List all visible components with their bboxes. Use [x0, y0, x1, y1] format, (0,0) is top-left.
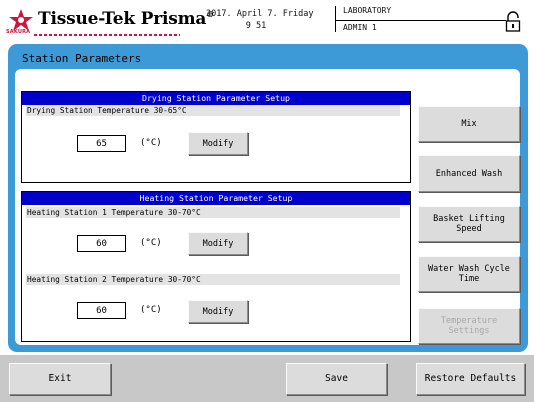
basket-lifting-line-1: Basket Lifting [433, 214, 505, 224]
heating-station-2-value[interactable]: 60 [77, 302, 126, 319]
page-title: Station Parameters [22, 52, 142, 65]
basket-lifting-speed-button[interactable]: Basket Lifting Speed [418, 206, 520, 242]
brand-logo: Tissue-Tek Prisma® SAKURA [6, 7, 214, 37]
header-divider-line [336, 20, 506, 21]
header-separator [335, 6, 336, 32]
water-wash-line-1: Water Wash Cycle [428, 264, 510, 274]
restore-defaults-button[interactable]: Restore Defaults [416, 363, 525, 395]
lock-icon[interactable] [505, 11, 521, 33]
header-bar: Tissue-Tek Prisma® SAKURA 2017. April 7.… [0, 0, 534, 42]
water-wash-cycle-time-button[interactable]: Water Wash Cycle Time [418, 256, 520, 292]
temperature-settings-line-2: Settings [448, 326, 490, 336]
time-text: 9 51 [245, 21, 267, 31]
basket-lifting-line-2: Speed [456, 224, 482, 234]
temperature-settings-button[interactable]: Temperature Settings [418, 308, 520, 344]
heating-station-1-unit: (°C) [140, 238, 162, 248]
date-time: 2017. April 7. Friday 9 51 [206, 8, 314, 32]
heating-section-title: Heating Station Parameter Setup [22, 192, 410, 205]
heating-station-2-unit: (°C) [140, 305, 162, 315]
laboratory-name: LABORATORY [343, 6, 392, 15]
drying-temperature-value[interactable]: 65 [77, 135, 126, 152]
date-text: 2017. April 7. Friday [206, 9, 314, 19]
temperature-settings-line-1: Temperature [440, 316, 498, 326]
exit-button[interactable]: Exit [9, 363, 111, 395]
water-wash-line-2: Time [458, 274, 480, 284]
heating-station-2-modify-button[interactable]: Modify [188, 300, 248, 323]
drying-section-title: Drying Station Parameter Setup [22, 92, 410, 105]
drying-temperature-unit: (°C) [140, 138, 162, 148]
enhanced-wash-button[interactable]: Enhanced Wash [418, 155, 520, 192]
save-button[interactable]: Save [286, 363, 387, 395]
current-user: ADMIN 1 [343, 23, 377, 32]
heating-station-1-modify-button[interactable]: Modify [188, 232, 248, 255]
heating-station-1-value[interactable]: 60 [77, 235, 126, 252]
brand-sub: SAKURA [6, 29, 31, 35]
heating-station-2-label: Heating Station 2 Temperature 30-70°C [26, 274, 400, 285]
brand-underline [34, 34, 180, 36]
drying-station-section: Drying Station Parameter Setup Drying St… [21, 91, 411, 183]
drying-modify-button[interactable]: Modify [188, 132, 248, 155]
mix-button[interactable]: Mix [418, 106, 520, 142]
drying-temperature-label: Drying Station Temperature 30-65°C [26, 105, 400, 116]
heating-station-section: Heating Station Parameter Setup Heating … [21, 191, 411, 342]
heating-station-1-label: Heating Station 1 Temperature 30-70°C [26, 207, 400, 218]
brand-name: Tissue-Tek Prisma® [38, 9, 215, 29]
